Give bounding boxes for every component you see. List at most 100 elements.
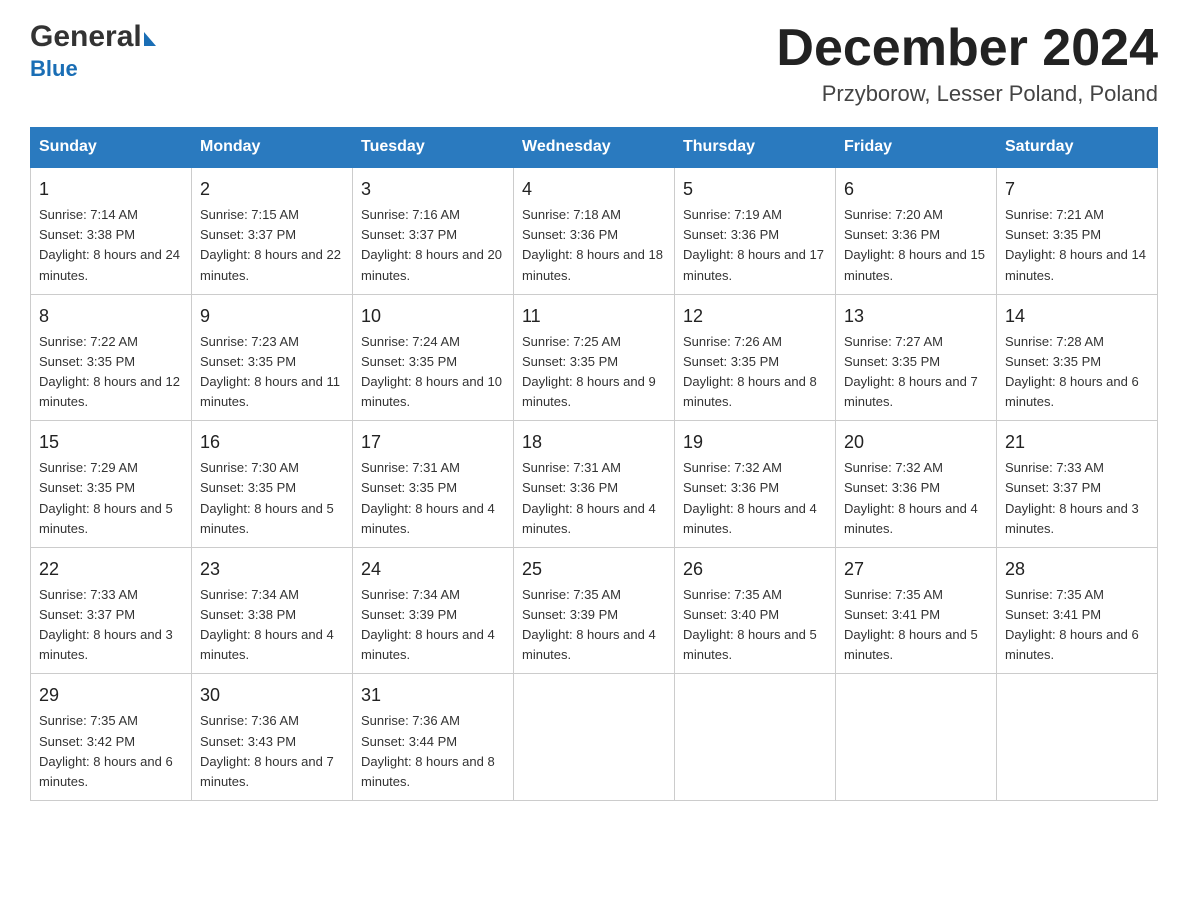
calendar-week-row: 1 Sunrise: 7:14 AMSunset: 3:38 PMDayligh… — [31, 167, 1158, 294]
day-number: 22 — [39, 556, 183, 583]
table-row: 11 Sunrise: 7:25 AMSunset: 3:35 PMDaylig… — [514, 294, 675, 421]
table-row: 19 Sunrise: 7:32 AMSunset: 3:36 PMDaylig… — [675, 421, 836, 548]
day-info: Sunrise: 7:35 AMSunset: 3:39 PMDaylight:… — [522, 587, 656, 662]
day-number: 16 — [200, 429, 344, 456]
table-row: 1 Sunrise: 7:14 AMSunset: 3:38 PMDayligh… — [31, 167, 192, 294]
day-number: 26 — [683, 556, 827, 583]
day-number: 20 — [844, 429, 988, 456]
calendar-week-row: 29 Sunrise: 7:35 AMSunset: 3:42 PMDaylig… — [31, 674, 1158, 801]
day-info: Sunrise: 7:33 AMSunset: 3:37 PMDaylight:… — [39, 587, 173, 662]
day-info: Sunrise: 7:20 AMSunset: 3:36 PMDaylight:… — [844, 207, 985, 282]
table-row: 8 Sunrise: 7:22 AMSunset: 3:35 PMDayligh… — [31, 294, 192, 421]
day-number: 9 — [200, 303, 344, 330]
day-info: Sunrise: 7:36 AMSunset: 3:44 PMDaylight:… — [361, 713, 495, 788]
day-info: Sunrise: 7:35 AMSunset: 3:41 PMDaylight:… — [1005, 587, 1139, 662]
day-number: 21 — [1005, 429, 1149, 456]
day-number: 14 — [1005, 303, 1149, 330]
title-block: December 2024 Przyborow, Lesser Poland, … — [776, 20, 1158, 107]
table-row: 22 Sunrise: 7:33 AMSunset: 3:37 PMDaylig… — [31, 547, 192, 674]
table-row: 12 Sunrise: 7:26 AMSunset: 3:35 PMDaylig… — [675, 294, 836, 421]
day-number: 11 — [522, 303, 666, 330]
day-number: 24 — [361, 556, 505, 583]
day-info: Sunrise: 7:14 AMSunset: 3:38 PMDaylight:… — [39, 207, 180, 282]
table-row: 20 Sunrise: 7:32 AMSunset: 3:36 PMDaylig… — [836, 421, 997, 548]
day-info: Sunrise: 7:35 AMSunset: 3:41 PMDaylight:… — [844, 587, 978, 662]
day-number: 28 — [1005, 556, 1149, 583]
table-row: 16 Sunrise: 7:30 AMSunset: 3:35 PMDaylig… — [192, 421, 353, 548]
page-header: General Blue December 2024 Przyborow, Le… — [30, 20, 1158, 107]
calendar-week-row: 8 Sunrise: 7:22 AMSunset: 3:35 PMDayligh… — [31, 294, 1158, 421]
logo: General Blue — [30, 20, 156, 82]
table-row: 30 Sunrise: 7:36 AMSunset: 3:43 PMDaylig… — [192, 674, 353, 801]
day-info: Sunrise: 7:22 AMSunset: 3:35 PMDaylight:… — [39, 334, 180, 409]
day-info: Sunrise: 7:28 AMSunset: 3:35 PMDaylight:… — [1005, 334, 1139, 409]
logo-general-text: General — [30, 20, 142, 54]
day-info: Sunrise: 7:18 AMSunset: 3:36 PMDaylight:… — [522, 207, 663, 282]
month-title: December 2024 — [776, 20, 1158, 77]
day-info: Sunrise: 7:29 AMSunset: 3:35 PMDaylight:… — [39, 460, 173, 535]
day-info: Sunrise: 7:32 AMSunset: 3:36 PMDaylight:… — [683, 460, 817, 535]
table-row: 2 Sunrise: 7:15 AMSunset: 3:37 PMDayligh… — [192, 167, 353, 294]
table-row: 23 Sunrise: 7:34 AMSunset: 3:38 PMDaylig… — [192, 547, 353, 674]
table-row: 25 Sunrise: 7:35 AMSunset: 3:39 PMDaylig… — [514, 547, 675, 674]
col-thursday: Thursday — [675, 128, 836, 168]
day-number: 2 — [200, 176, 344, 203]
table-row: 13 Sunrise: 7:27 AMSunset: 3:35 PMDaylig… — [836, 294, 997, 421]
table-row: 9 Sunrise: 7:23 AMSunset: 3:35 PMDayligh… — [192, 294, 353, 421]
day-info: Sunrise: 7:31 AMSunset: 3:35 PMDaylight:… — [361, 460, 495, 535]
day-info: Sunrise: 7:21 AMSunset: 3:35 PMDaylight:… — [1005, 207, 1146, 282]
table-row: 4 Sunrise: 7:18 AMSunset: 3:36 PMDayligh… — [514, 167, 675, 294]
day-number: 23 — [200, 556, 344, 583]
day-number: 12 — [683, 303, 827, 330]
day-number: 15 — [39, 429, 183, 456]
day-info: Sunrise: 7:26 AMSunset: 3:35 PMDaylight:… — [683, 334, 817, 409]
day-info: Sunrise: 7:34 AMSunset: 3:39 PMDaylight:… — [361, 587, 495, 662]
table-row: 28 Sunrise: 7:35 AMSunset: 3:41 PMDaylig… — [997, 547, 1158, 674]
day-info: Sunrise: 7:25 AMSunset: 3:35 PMDaylight:… — [522, 334, 656, 409]
day-number: 5 — [683, 176, 827, 203]
day-info: Sunrise: 7:34 AMSunset: 3:38 PMDaylight:… — [200, 587, 334, 662]
day-number: 7 — [1005, 176, 1149, 203]
col-monday: Monday — [192, 128, 353, 168]
day-info: Sunrise: 7:30 AMSunset: 3:35 PMDaylight:… — [200, 460, 334, 535]
table-row: 21 Sunrise: 7:33 AMSunset: 3:37 PMDaylig… — [997, 421, 1158, 548]
day-info: Sunrise: 7:32 AMSunset: 3:36 PMDaylight:… — [844, 460, 978, 535]
day-info: Sunrise: 7:35 AMSunset: 3:40 PMDaylight:… — [683, 587, 817, 662]
col-sunday: Sunday — [31, 128, 192, 168]
col-tuesday: Tuesday — [353, 128, 514, 168]
day-number: 25 — [522, 556, 666, 583]
day-info: Sunrise: 7:31 AMSunset: 3:36 PMDaylight:… — [522, 460, 656, 535]
day-info: Sunrise: 7:23 AMSunset: 3:35 PMDaylight:… — [200, 334, 340, 409]
calendar-table: Sunday Monday Tuesday Wednesday Thursday… — [30, 127, 1158, 801]
table-row: 24 Sunrise: 7:34 AMSunset: 3:39 PMDaylig… — [353, 547, 514, 674]
table-row: 3 Sunrise: 7:16 AMSunset: 3:37 PMDayligh… — [353, 167, 514, 294]
logo-arrow-icon — [144, 32, 156, 46]
calendar-week-row: 15 Sunrise: 7:29 AMSunset: 3:35 PMDaylig… — [31, 421, 1158, 548]
table-row: 27 Sunrise: 7:35 AMSunset: 3:41 PMDaylig… — [836, 547, 997, 674]
day-info: Sunrise: 7:16 AMSunset: 3:37 PMDaylight:… — [361, 207, 502, 282]
table-row: 10 Sunrise: 7:24 AMSunset: 3:35 PMDaylig… — [353, 294, 514, 421]
day-info: Sunrise: 7:24 AMSunset: 3:35 PMDaylight:… — [361, 334, 502, 409]
table-row — [836, 674, 997, 801]
day-number: 6 — [844, 176, 988, 203]
day-info: Sunrise: 7:27 AMSunset: 3:35 PMDaylight:… — [844, 334, 978, 409]
table-row — [514, 674, 675, 801]
day-number: 27 — [844, 556, 988, 583]
day-number: 17 — [361, 429, 505, 456]
table-row — [997, 674, 1158, 801]
day-info: Sunrise: 7:19 AMSunset: 3:36 PMDaylight:… — [683, 207, 824, 282]
day-number: 13 — [844, 303, 988, 330]
col-friday: Friday — [836, 128, 997, 168]
day-number: 1 — [39, 176, 183, 203]
table-row: 7 Sunrise: 7:21 AMSunset: 3:35 PMDayligh… — [997, 167, 1158, 294]
table-row — [675, 674, 836, 801]
day-info: Sunrise: 7:15 AMSunset: 3:37 PMDaylight:… — [200, 207, 341, 282]
table-row: 29 Sunrise: 7:35 AMSunset: 3:42 PMDaylig… — [31, 674, 192, 801]
day-info: Sunrise: 7:35 AMSunset: 3:42 PMDaylight:… — [39, 713, 173, 788]
table-row: 5 Sunrise: 7:19 AMSunset: 3:36 PMDayligh… — [675, 167, 836, 294]
day-number: 30 — [200, 682, 344, 709]
location-title: Przyborow, Lesser Poland, Poland — [776, 81, 1158, 107]
day-number: 8 — [39, 303, 183, 330]
col-saturday: Saturday — [997, 128, 1158, 168]
day-number: 29 — [39, 682, 183, 709]
